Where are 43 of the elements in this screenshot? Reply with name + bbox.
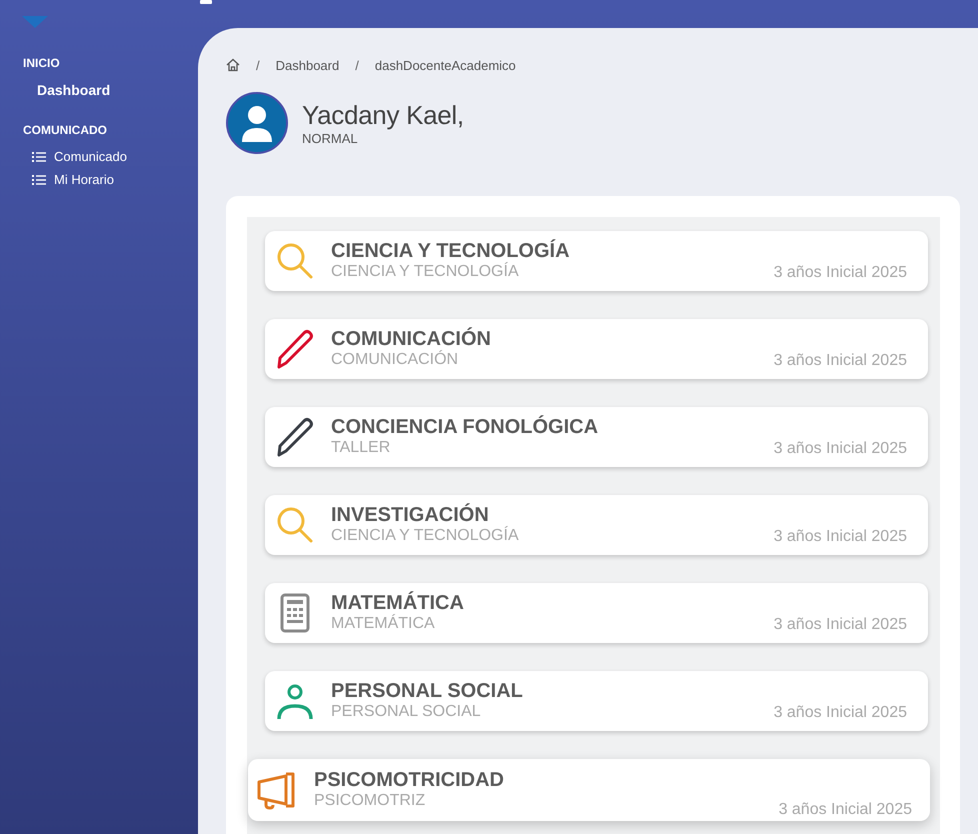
course-title: MATEMÁTICA (331, 592, 465, 614)
breadcrumb-separator: / (256, 58, 260, 72)
course-subtitle: CIENCIA Y TECNOLOGÍA (331, 262, 520, 282)
course-subtitle: COMUNICACIÓN (331, 350, 460, 370)
course-level: 3 años Inicial 2025 (774, 616, 907, 634)
user-name: Yacdany Kael, (302, 100, 464, 131)
breadcrumb-link[interactable]: dashDocenteAcademico (374, 58, 516, 72)
course-level: 3 años Inicial 2025 (778, 801, 912, 819)
course-title: PSICOMOTRICIDAD (314, 769, 505, 791)
course-subtitle: TALLER (331, 438, 392, 458)
course-level: 3 años Inicial 2025 (774, 704, 907, 722)
course-title: CONCIENCIA FONOLÓGICA (331, 416, 600, 438)
avatar-icon (226, 92, 288, 154)
course-title: CIENCIA Y TECNOLOGÍA (331, 240, 571, 262)
course-level: 3 años Inicial 2025 (774, 528, 907, 546)
menu-toggle-icon[interactable] (200, 0, 212, 4)
course-title: PERSONAL SOCIAL (331, 680, 524, 702)
course-card[interactable]: PSICOMOTRICIDAD PSICOMOTRIZ 3 años Inicial 2025 (248, 759, 930, 821)
logo-icon (20, 16, 50, 28)
course-card[interactable]: MATEMÁTICA MATEMÁTICA 3 años Inicial 2025 (265, 583, 928, 643)
course-subtitle: PSICOMOTRIZ (314, 791, 426, 811)
list-icon (32, 174, 46, 184)
course-subtitle: MATEMÁTICA (331, 614, 436, 634)
section-heading: INICIO (22, 56, 61, 70)
section-heading: COMUNICADO (22, 123, 108, 137)
course-title: COMUNICACIÓN (331, 328, 492, 350)
course-card[interactable]: INVESTIGACIÓN CIENCIA Y TECNOLOGÍA 3 años Inicial 2025 (265, 495, 928, 555)
course-subtitle: CIENCIA Y TECNOLOGÍA (331, 526, 520, 546)
list-icon (32, 152, 46, 162)
course-card[interactable]: CONCIENCIA FONOLÓGICA TALLER 3 años Inicial 2025 (265, 407, 928, 467)
course-level: 3 años Inicial 2025 (774, 440, 907, 458)
sidebar-item[interactable]: Dashboard (0, 74, 198, 105)
course-level: 3 años Inicial 2025 (774, 352, 907, 370)
breadcrumb-separator: / (355, 58, 359, 72)
breadcrumb-link[interactable]: Dashboard (276, 58, 340, 72)
course-level: 3 años Inicial 2025 (774, 264, 907, 282)
course-card[interactable]: PERSONAL SOCIAL PERSONAL SOCIAL 3 años Inicial 2025 (265, 671, 928, 731)
home-icon[interactable] (226, 58, 240, 72)
course-title: INVESTIGACIÓN (331, 504, 490, 526)
course-subtitle: PERSONAL SOCIAL (331, 702, 482, 722)
user-role: NORMAL (302, 131, 359, 146)
course-card[interactable]: CIENCIA Y TECNOLOGÍA CIENCIA Y TECNOLOGÍA 3 años Inicial 2025 (265, 231, 928, 291)
course-card[interactable]: COMUNICACIÓN COMUNICACIÓN 3 años Inicial 2025 (265, 319, 928, 379)
